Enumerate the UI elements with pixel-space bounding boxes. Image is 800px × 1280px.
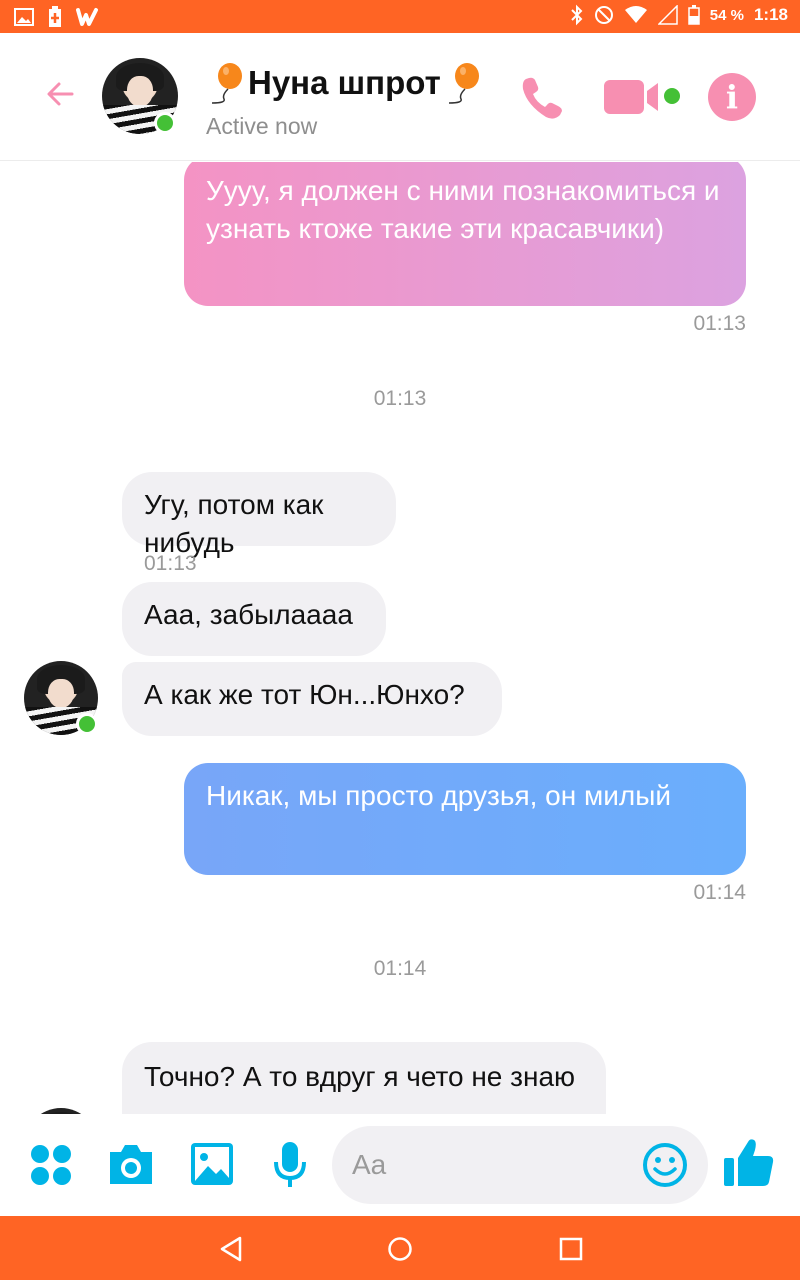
chat-header: Нуна шпрот Active now i (0, 33, 800, 161)
nav-back-icon[interactable] (218, 1236, 244, 1262)
wattpad-notification-icon (76, 8, 98, 26)
bluetooth-icon (571, 4, 583, 26)
balloon-icon (448, 63, 479, 104)
status-notifications (14, 6, 100, 28)
message-incoming[interactable]: Ааа, забылаааа (122, 582, 386, 656)
clock: 1:18 (753, 5, 788, 24)
image-icon[interactable] (190, 1142, 234, 1186)
battery-percent: 54 % (709, 6, 744, 24)
message-input-container[interactable] (332, 1126, 708, 1204)
info-icon[interactable]: i (708, 73, 756, 121)
message-list[interactable]: Уууу, я должен с ними познакомиться и уз… (0, 162, 800, 1114)
composer-bar (0, 1114, 800, 1216)
do-not-disturb-icon (594, 6, 613, 24)
status-system: 54 % 1:18 (570, 4, 788, 26)
four-dots-icon[interactable] (30, 1144, 72, 1186)
smiley-icon[interactable] (642, 1142, 688, 1188)
contact-title: Нуна шпрот (206, 61, 483, 105)
message-incoming[interactable]: А как же тот Юн...Юнхо? (122, 662, 502, 736)
system-nav-bar (0, 1216, 800, 1280)
contact-info[interactable]: Нуна шпрот Active now (206, 61, 483, 140)
back-arrow-icon[interactable] (44, 77, 78, 111)
message-incoming[interactable]: Угу, потом как нибудь (122, 472, 396, 558)
active-status: Active now (206, 113, 318, 139)
time-separator: 01:14 (373, 957, 427, 980)
gallery-notification-icon (14, 8, 34, 26)
camera-icon[interactable] (106, 1142, 156, 1188)
signal-icon (657, 5, 678, 25)
online-indicator (76, 713, 98, 735)
video-online-indicator (664, 88, 680, 104)
balloon-icon (211, 63, 242, 104)
message-input[interactable] (352, 1144, 632, 1186)
message-time: 01:13 (144, 552, 197, 575)
wifi-icon (624, 6, 647, 23)
battery-saver-notification-icon (49, 6, 61, 27)
message-outgoing[interactable]: Уууу, я должен с ними познакомиться и уз… (184, 162, 746, 306)
nav-recents-icon[interactable] (558, 1236, 584, 1262)
video-camera-icon[interactable] (604, 77, 666, 117)
contact-name: Нуна шпрот (248, 64, 441, 101)
microphone-icon[interactable] (272, 1140, 308, 1190)
online-indicator (154, 112, 176, 134)
thumbs-up-icon[interactable] (722, 1136, 776, 1190)
message-time: 01:14 (693, 881, 746, 904)
nav-home-icon[interactable] (387, 1236, 413, 1262)
message-outgoing[interactable]: Никак, мы просто друзья, он милый (184, 763, 746, 875)
message-time: 01:13 (693, 312, 746, 335)
message-incoming[interactable]: Точно? А то вдруг я чето не знаю (122, 1042, 606, 1114)
phone-icon[interactable] (518, 73, 568, 123)
status-bar: 54 % 1:18 (0, 0, 800, 33)
time-separator: 01:13 (373, 387, 427, 410)
battery-icon (688, 5, 700, 25)
